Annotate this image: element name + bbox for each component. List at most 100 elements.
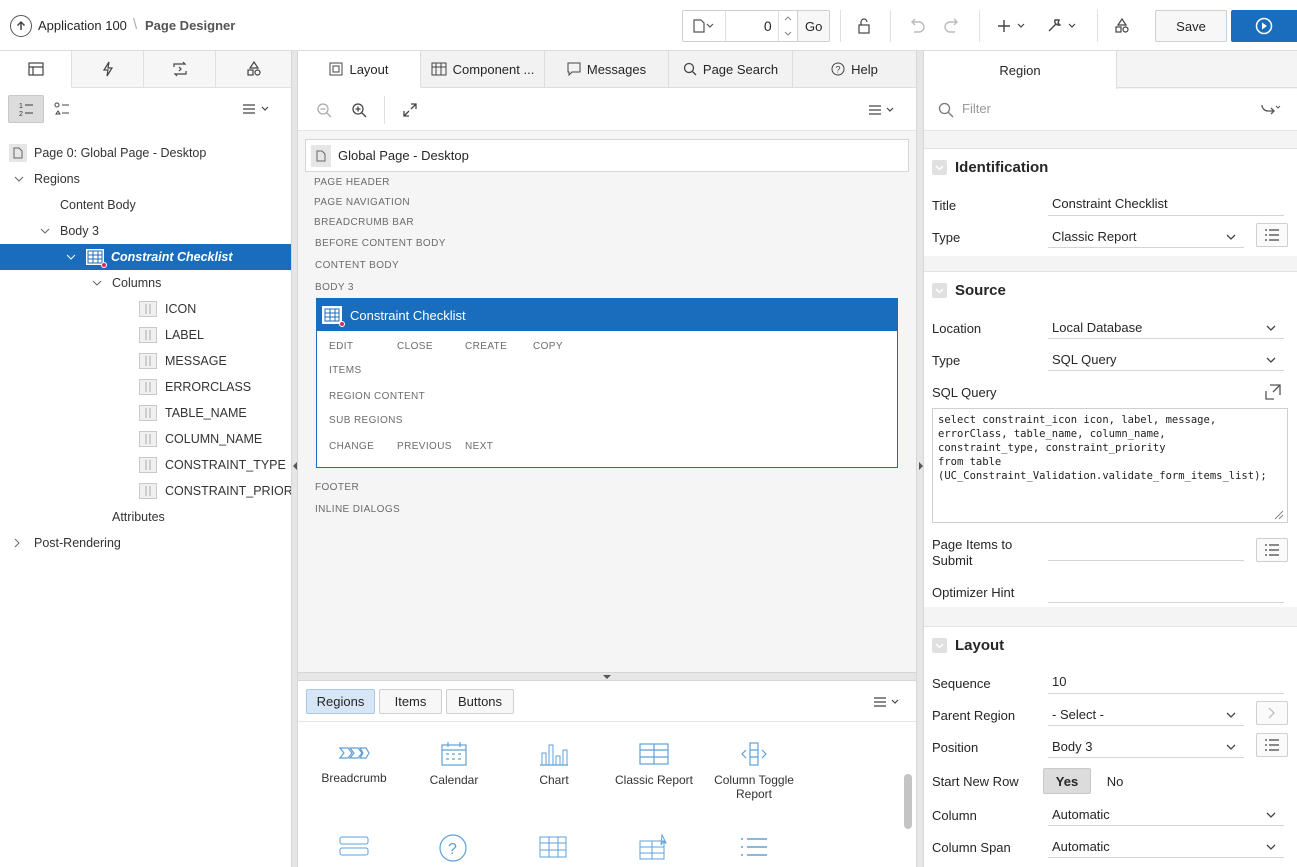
collapse-down-icon[interactable]	[602, 674, 612, 680]
save-button[interactable]: Save	[1155, 10, 1227, 42]
items-submit-lov-button[interactable]	[1256, 538, 1288, 562]
parent-region-select[interactable]: - Select -	[1048, 704, 1244, 726]
tree-node-column[interactable]: LABEL	[0, 322, 291, 348]
resize-handle-icon[interactable]	[1274, 510, 1284, 520]
filter-input[interactable]: Filter	[962, 101, 991, 116]
run-page-button[interactable]	[1231, 10, 1297, 42]
position-body3[interactable]: BODY 3	[315, 282, 354, 293]
collapse-toggle-icon[interactable]	[932, 160, 947, 175]
position-change[interactable]: CHANGE	[329, 441, 374, 452]
column-span-select[interactable]: Automatic	[1048, 836, 1284, 858]
group-header-identification[interactable]: Identification	[932, 159, 1048, 176]
tree-node-page[interactable]: Page 0: Global Page - Desktop	[0, 140, 291, 166]
undo-icon[interactable]	[905, 16, 929, 36]
gallery-item-breadcrumb[interactable]: Breadcrumb	[304, 741, 404, 785]
gallery-item-classic-report[interactable]: Classic Report	[604, 741, 704, 787]
position-items[interactable]: ITEMS	[329, 365, 362, 376]
app-name-link[interactable]: Application 100	[38, 18, 127, 33]
zoom-out-icon[interactable]	[314, 101, 334, 119]
tree-node-column[interactable]: COLUMN_NAME	[0, 426, 291, 452]
sequence-input[interactable]: 10	[1048, 672, 1284, 694]
tree-menu-icon[interactable]	[240, 99, 274, 119]
tab-processing[interactable]	[144, 51, 216, 88]
go-button[interactable]: Go	[797, 11, 829, 41]
create-menu-icon[interactable]	[995, 16, 1029, 36]
group-header-source[interactable]: Source	[932, 282, 1006, 299]
utilities-wrench-icon[interactable]	[1045, 16, 1081, 36]
tree-view-button[interactable]: 12	[8, 95, 44, 123]
gallery-item-chart[interactable]: Chart	[504, 741, 604, 787]
gallery-item-partial[interactable]	[738, 833, 770, 863]
tab-help[interactable]: ? Help	[793, 51, 916, 88]
tree-node-column[interactable]: ICON	[0, 296, 291, 322]
chevron-down-icon[interactable]	[92, 280, 102, 286]
start-new-row-yes[interactable]: Yes	[1043, 768, 1091, 794]
title-input[interactable]: Constraint Checklist	[1048, 194, 1284, 216]
global-page-container[interactable]: Global Page - Desktop	[305, 139, 909, 172]
left-splitter[interactable]	[291, 51, 298, 867]
optimizer-hint-input[interactable]	[1048, 581, 1284, 603]
position-previous[interactable]: PREVIOUS	[397, 441, 452, 452]
tree-node-column[interactable]: ERRORCLASS	[0, 374, 291, 400]
shared-components-icon[interactable]	[1110, 16, 1134, 36]
parent-region-go-button[interactable]	[1256, 701, 1288, 725]
gallery-tab-buttons[interactable]: Buttons	[446, 689, 514, 714]
gallery-item-partial[interactable]	[638, 833, 670, 863]
right-splitter[interactable]	[916, 51, 924, 867]
gallery-tab-items[interactable]: Items	[379, 689, 442, 714]
start-new-row-no[interactable]: No	[1093, 768, 1137, 794]
position-create[interactable]: CREATE	[465, 341, 507, 352]
chevron-down-icon[interactable]	[66, 254, 76, 260]
tab-dynamic-actions[interactable]	[72, 51, 144, 88]
position-copy[interactable]: COPY	[533, 341, 563, 352]
gallery-splitter[interactable]	[298, 672, 916, 681]
page-lov-button[interactable]	[683, 11, 727, 41]
gallery-tab-regions[interactable]: Regions	[306, 689, 375, 714]
layout-menu-icon[interactable]	[866, 102, 900, 118]
location-select[interactable]: Local Database	[1048, 317, 1284, 339]
position-lov-button[interactable]	[1256, 733, 1288, 757]
type-lov-button[interactable]	[1256, 223, 1288, 247]
gallery-scrollbar[interactable]	[904, 774, 912, 829]
tree-node-content-body[interactable]: Content Body	[0, 192, 291, 218]
tree-node-columns[interactable]: Columns	[0, 270, 291, 296]
source-type-select[interactable]: SQL Query	[1048, 349, 1284, 371]
code-editor-icon[interactable]	[1265, 384, 1281, 400]
position-next[interactable]: NEXT	[465, 441, 493, 452]
tree-node-column[interactable]: TABLE_NAME	[0, 400, 291, 426]
collapse-toggle-icon[interactable]	[932, 638, 947, 653]
expand-icon[interactable]	[400, 101, 420, 119]
tab-page-search[interactable]: Page Search	[669, 51, 793, 88]
position-select[interactable]: Body 3	[1048, 736, 1244, 758]
zoom-in-icon[interactable]	[349, 101, 369, 119]
tab-component-view[interactable]: Component ...	[421, 51, 545, 88]
position-footer[interactable]: FOOTER	[315, 482, 359, 493]
position-close[interactable]: CLOSE	[397, 341, 433, 352]
redo-icon[interactable]	[940, 16, 964, 36]
collapse-toggle-icon[interactable]	[932, 283, 947, 298]
gallery-item-partial[interactable]	[538, 833, 570, 863]
position-inline-dialogs[interactable]: INLINE DIALOGS	[315, 504, 400, 515]
tree-node-column[interactable]: MESSAGE	[0, 348, 291, 374]
tree-node-post-rendering[interactable]: Post-Rendering	[0, 530, 291, 556]
gallery-menu-icon[interactable]	[871, 694, 905, 710]
column-select[interactable]: Automatic	[1048, 804, 1284, 826]
position-page-header[interactable]: PAGE HEADER	[314, 177, 390, 188]
tab-messages[interactable]: Messages	[545, 51, 669, 88]
items-submit-input[interactable]	[1048, 539, 1244, 561]
tab-shared-components[interactable]	[216, 51, 291, 88]
page-stepper[interactable]	[777, 11, 798, 41]
position-sub-regions[interactable]: SUB REGIONS	[329, 415, 403, 426]
gallery-item-column-toggle-report[interactable]: Column Toggle Report	[704, 741, 804, 801]
position-breadcrumb-bar[interactable]: BREADCRUMB BAR	[314, 217, 414, 228]
tree-node-column[interactable]: CONSTRAINT_TYPE	[0, 452, 291, 478]
tree-node-attributes[interactable]: Attributes	[0, 504, 291, 530]
page-number-input[interactable]: 0	[726, 18, 777, 34]
gallery-item-partial[interactable]	[338, 833, 370, 863]
chevron-down-icon[interactable]	[40, 228, 50, 234]
position-before-content-body[interactable]: BEFORE CONTENT BODY	[315, 238, 446, 249]
tab-rendering[interactable]	[0, 51, 72, 88]
sql-query-editor[interactable]: select constraint_icon icon, label, mess…	[932, 408, 1288, 523]
type-select[interactable]: Classic Report	[1048, 226, 1244, 248]
tree-node-constraint-checklist[interactable]: Constraint Checklist	[0, 244, 291, 270]
